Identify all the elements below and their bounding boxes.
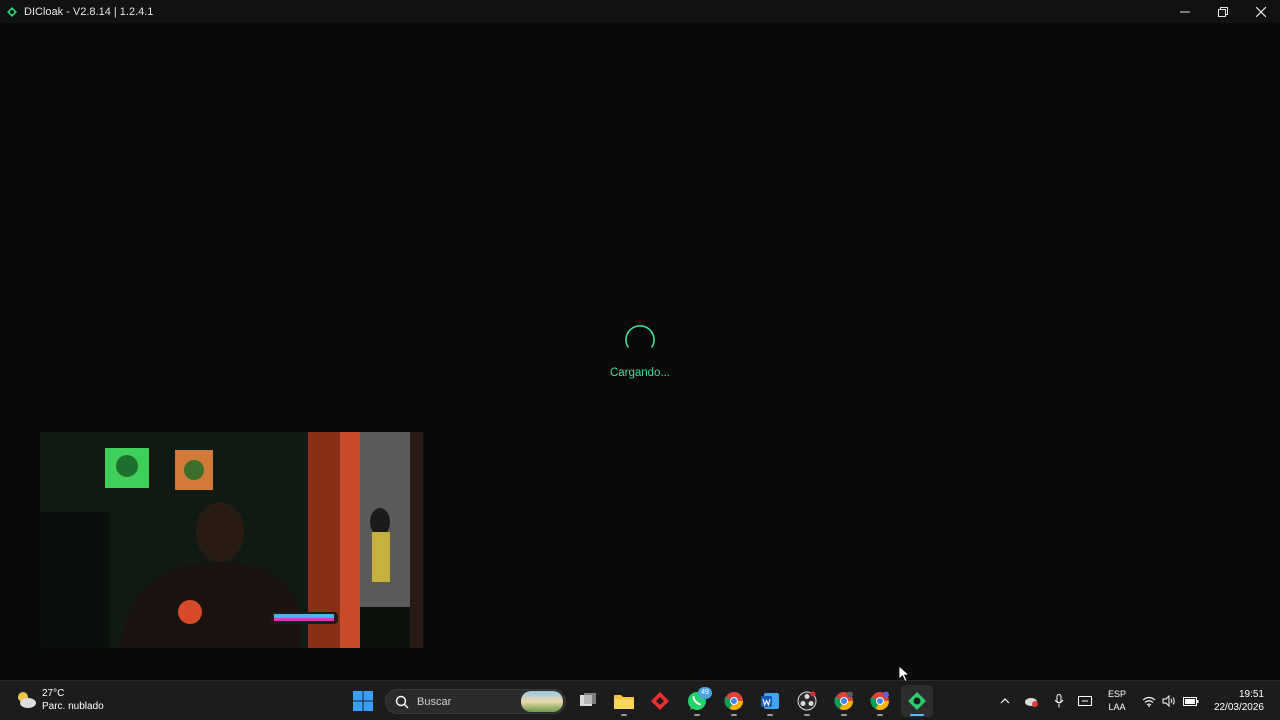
display-icon [1078,696,1092,706]
restore-icon [1218,6,1228,17]
running-indicator [804,714,810,716]
volume-button[interactable] [1160,689,1178,713]
cloud-sync-icon [1025,698,1038,707]
language-code: ESP [1107,689,1126,699]
whatsapp-badge: 49 [698,687,712,699]
chrome-button[interactable] [718,685,750,717]
close-button[interactable] [1242,0,1280,23]
windows-start-button[interactable] [347,685,379,717]
show-hidden-icons-button[interactable] [997,689,1013,713]
dicloak-logo-icon [6,6,18,18]
search-icon [395,695,409,708]
chrome-profile-3-icon [870,691,889,711]
minimize-icon [1180,11,1190,12]
word-button[interactable] [754,685,786,717]
search-highlight-image [521,691,563,712]
clock-time: 19:51 [1238,689,1264,700]
file-explorer-button[interactable] [608,685,640,717]
running-indicator [694,714,700,716]
running-indicator [767,714,773,716]
running-indicator [621,714,627,716]
whatsapp-button[interactable]: 49 [681,685,713,717]
webcam-image [40,432,423,648]
microphone-icon [1054,694,1064,708]
word-icon [761,693,779,709]
spinner-icon [625,325,655,348]
loading-text: Cargando... [609,367,671,379]
chrome-profile-3-button[interactable] [864,685,896,717]
taskbar: 27°C Parc. nublado Buscar 49 ESP LAA 19:… [0,680,1280,720]
taskbar-search[interactable]: Buscar [385,689,566,714]
running-indicator [731,714,737,716]
task-view-button[interactable] [572,685,604,717]
dicloak-taskbar-icon [908,692,926,710]
wifi-icon [1142,696,1156,707]
task-view-icon [580,693,596,706]
chrome-profile-2-icon [834,691,853,711]
chevron-up-icon [1000,698,1010,704]
obs-icon [797,691,817,711]
weather-temperature: 27°C [42,688,65,699]
close-icon [1256,6,1266,17]
language-indicator[interactable]: ESP LAA [1106,688,1128,714]
battery-icon [1183,697,1199,706]
chrome-icon [724,692,743,711]
anydesk-button[interactable] [644,685,676,717]
keyboard-layout: LAA [1108,702,1126,712]
minimize-button[interactable] [1166,0,1204,23]
wifi-button[interactable] [1140,689,1158,713]
tray-app-button[interactable] [1022,689,1040,713]
title-bar: DICloak - V2.8.14 | 1.2.4.1 [0,0,1280,23]
dicloak-taskbar-button[interactable] [901,685,933,717]
system-clock[interactable]: 19:51 22/03/2026 [1214,688,1264,714]
obs-button[interactable] [791,685,823,717]
search-placeholder: Buscar [417,695,452,708]
clock-date: 22/03/2026 [1213,702,1264,713]
window-controls [1166,0,1280,23]
file-explorer-icon [614,695,634,709]
microphone-button[interactable] [1051,689,1067,713]
chrome-profile-2-button[interactable] [828,685,860,717]
restore-button[interactable] [1204,0,1242,23]
weather-condition: Parc. nublado [42,701,104,712]
mouse-cursor-icon [898,665,910,683]
tray-display-button[interactable] [1076,689,1094,713]
volume-icon [1162,695,1175,707]
running-indicator [877,714,883,716]
active-indicator [910,714,924,716]
window-title: DICloak - V2.8.14 | 1.2.4.1 [24,5,154,18]
loading-indicator: Cargando... [600,321,680,379]
anydesk-icon [651,692,669,710]
running-indicator [841,714,847,716]
windows-start-icon [353,691,373,711]
weather-widget[interactable]: 27°C Parc. nublado [14,687,104,713]
partly-cloudy-icon [18,692,36,708]
battery-button[interactable] [1181,689,1201,713]
webcam-overlay [40,432,423,648]
